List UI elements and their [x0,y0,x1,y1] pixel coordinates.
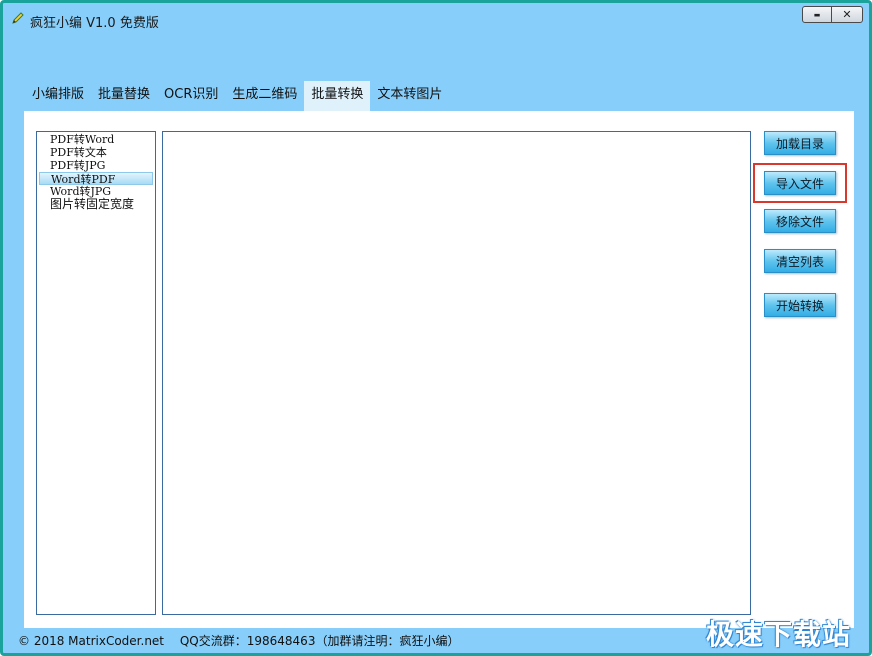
close-icon: ✕ [842,8,852,21]
start-convert-button[interactable]: 开始转换 [764,293,836,317]
pencil-icon [12,12,24,24]
file-list-area[interactable] [162,131,751,615]
list-item-pdf-to-text[interactable]: PDF转文本 [39,146,153,159]
tab-batch-convert[interactable]: 批量转换 [304,81,371,111]
minimize-icon: ▬ [813,10,821,19]
load-directory-button[interactable]: 加载目录 [764,131,836,155]
tab-batch-replace[interactable]: 批量替换 [91,81,157,111]
window-controls: ▬ ✕ [802,6,863,23]
qq-group-text: QQ交流群：198648463（加群请注明：疯狂小编） [179,634,460,648]
clear-list-button[interactable]: 清空列表 [764,249,836,273]
list-item-image-fixed-width[interactable]: 图片转固定宽度 [39,198,153,211]
tab-qrcode[interactable]: 生成二维码 [225,81,304,111]
close-button[interactable]: ✕ [831,6,863,23]
title-bar[interactable]: 疯狂小编 V1.0 免费版 ▬ ✕ [3,3,869,37]
batch-convert-panel: PDF转Word PDF转文本 PDF转JPG Word转PDF Word转JP… [24,111,854,628]
list-item-word-to-pdf[interactable]: Word转PDF [39,172,153,186]
status-footer: © 2018 MatrixCoder.net QQ交流群：198648463（加… [18,632,471,649]
tab-layout[interactable]: 小编排版 [25,81,91,111]
copyright-text: © 2018 MatrixCoder.net [18,634,165,648]
window-title: 疯狂小编 V1.0 免费版 [30,16,159,31]
tab-ocr[interactable]: OCR识别 [157,81,225,111]
watermark-logo: 极速下载站 [705,618,851,651]
list-item-pdf-to-word[interactable]: PDF转Word [39,133,153,146]
remove-file-button[interactable]: 移除文件 [764,209,836,233]
tab-text-to-image[interactable]: 文本转图片 [370,81,449,111]
main-tabs: 小编排版 批量替换 OCR识别 生成二维码 批量转换 文本转图片 [25,81,449,111]
app-window: 疯狂小编 V1.0 免费版 ▬ ✕ 小编排版 批量替换 OCR识别 生成二维码 … [0,0,872,656]
list-item-pdf-to-jpg[interactable]: PDF转JPG [39,159,153,172]
minimize-button[interactable]: ▬ [802,6,832,23]
import-file-button[interactable]: 导入文件 [764,171,836,195]
conversion-type-list[interactable]: PDF转Word PDF转文本 PDF转JPG Word转PDF Word转JP… [36,131,156,615]
